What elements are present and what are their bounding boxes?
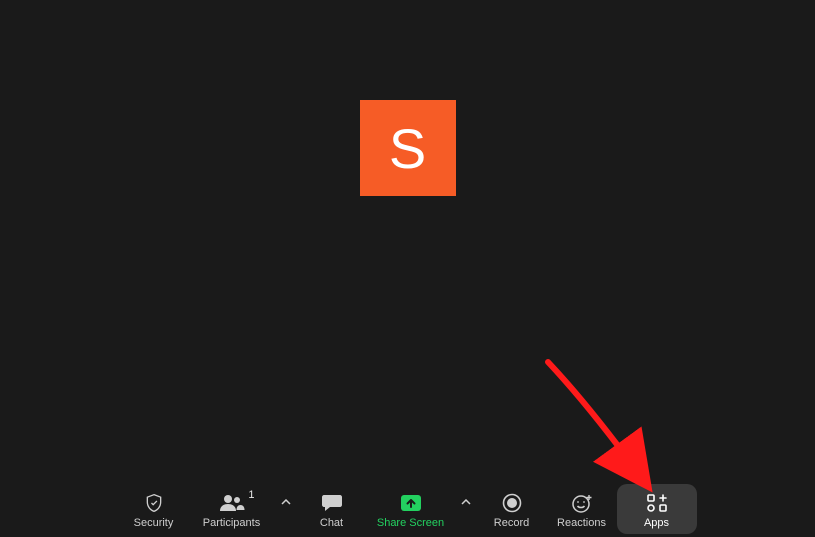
participants-label: Participants	[203, 517, 260, 529]
record-button[interactable]: Record	[477, 484, 547, 534]
participants-button[interactable]: 1 Participants	[189, 484, 275, 534]
chevron-up-icon	[281, 499, 291, 505]
apps-label: Apps	[644, 517, 669, 529]
share-menu-chevron[interactable]	[455, 477, 477, 527]
video-area: S	[0, 0, 815, 481]
chevron-up-icon	[461, 499, 471, 505]
meeting-toolbar: Security 1 Participants Chat	[0, 481, 815, 537]
record-icon	[502, 492, 522, 514]
participants-menu-chevron[interactable]	[275, 477, 297, 527]
reactions-button[interactable]: Reactions	[547, 484, 617, 534]
shield-icon	[144, 492, 164, 514]
reactions-label: Reactions	[557, 517, 606, 529]
chat-button[interactable]: Chat	[297, 484, 367, 534]
share-screen-label: Share Screen	[377, 517, 444, 529]
apps-button[interactable]: Apps	[617, 484, 697, 534]
avatar-initial: S	[389, 116, 426, 181]
participants-count: 1	[248, 489, 254, 501]
chat-label: Chat	[320, 517, 343, 529]
share-screen-icon	[400, 492, 422, 514]
participants-icon: 1	[219, 492, 245, 514]
chat-icon	[321, 492, 343, 514]
record-label: Record	[494, 517, 529, 529]
apps-icon	[647, 492, 667, 514]
reactions-icon	[571, 492, 593, 514]
security-label: Security	[134, 517, 174, 529]
share-screen-button[interactable]: Share Screen	[367, 484, 455, 534]
security-button[interactable]: Security	[119, 484, 189, 534]
participant-avatar-tile: S	[360, 100, 456, 196]
